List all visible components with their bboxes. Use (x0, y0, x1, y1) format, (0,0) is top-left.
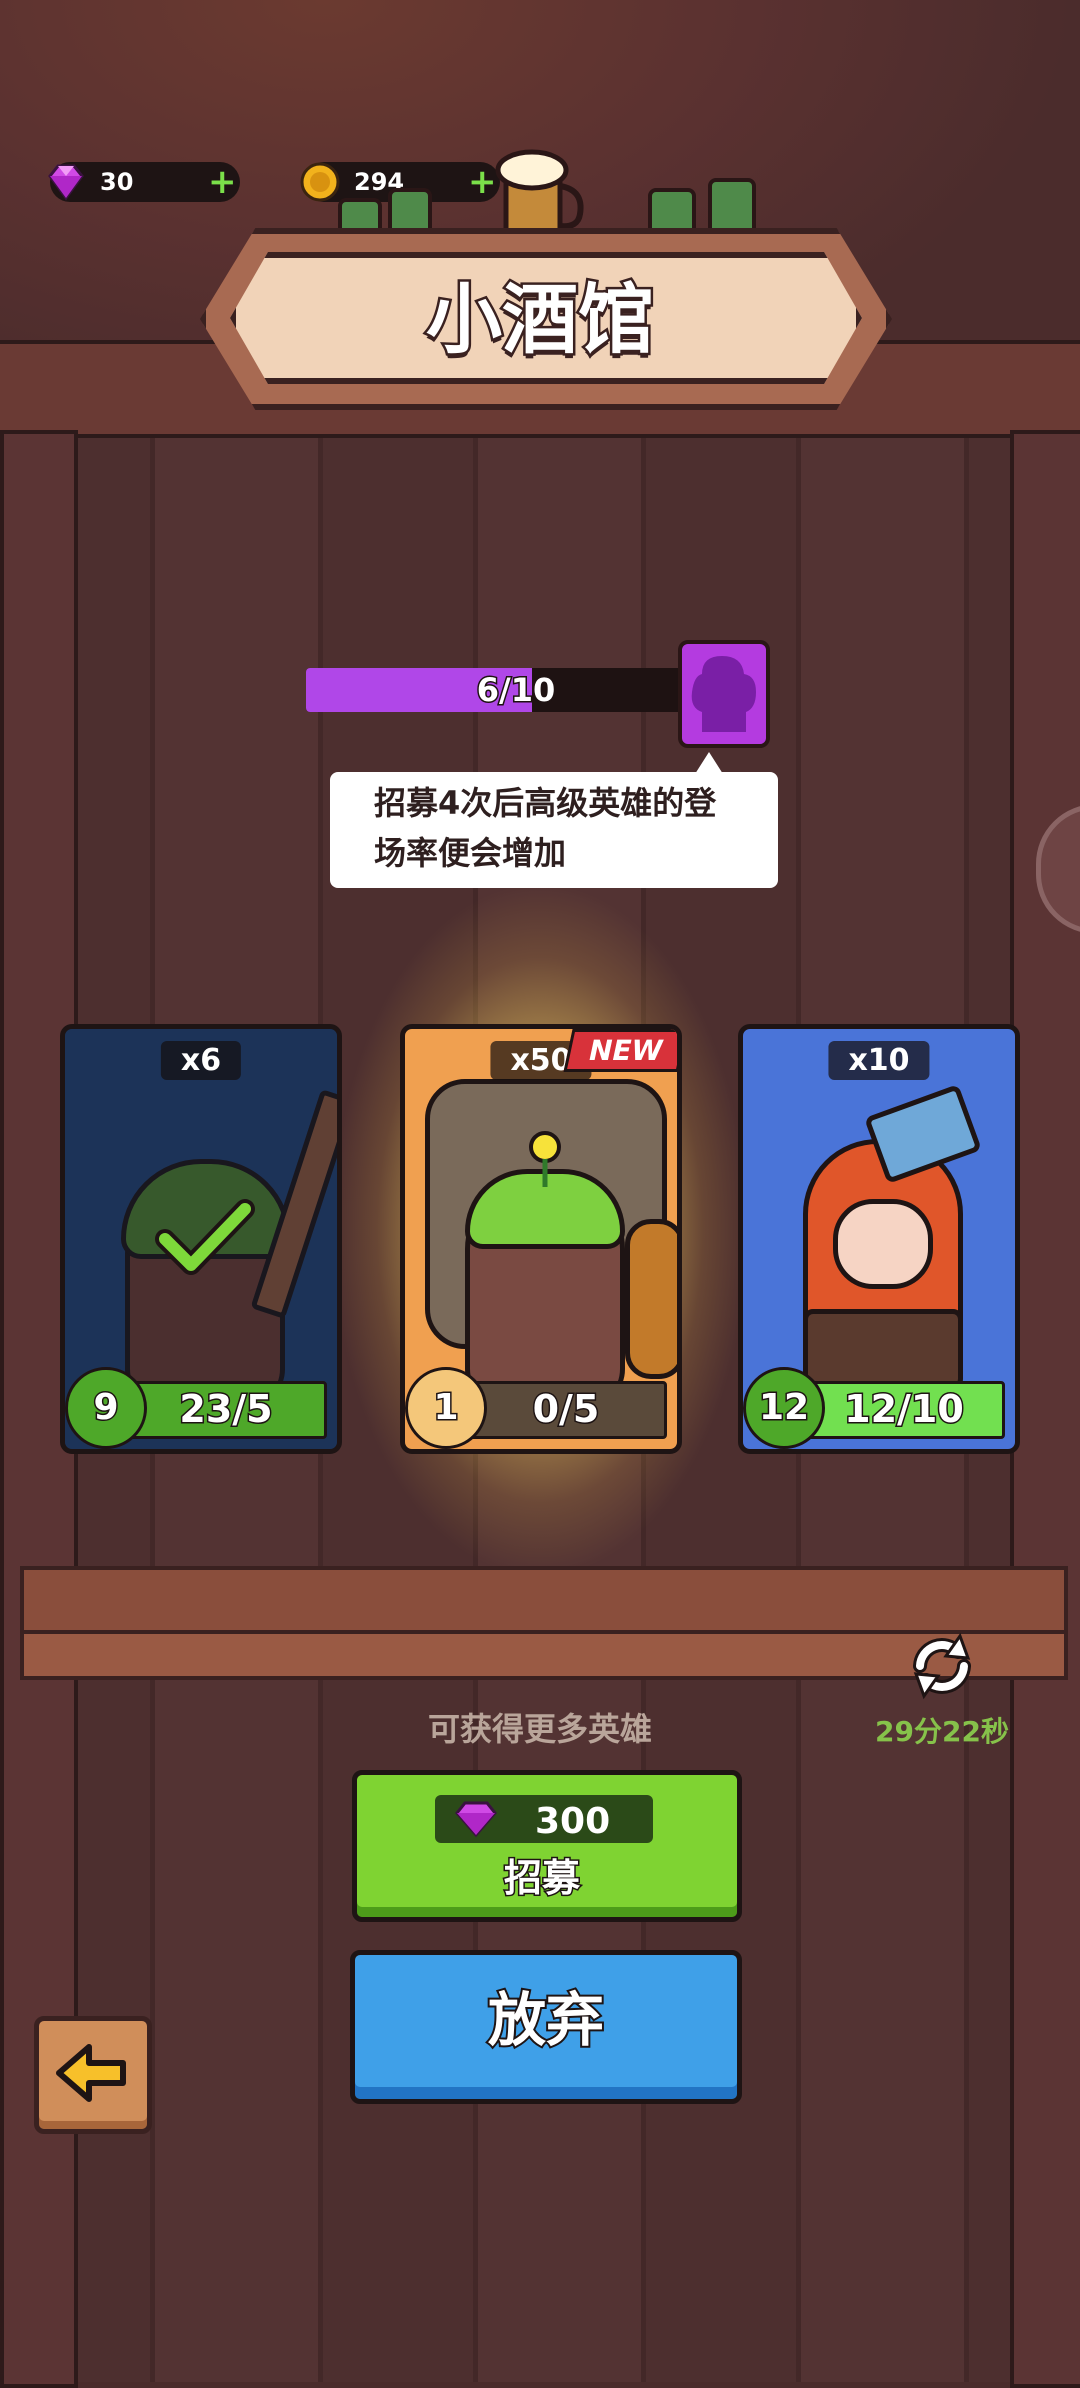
tooltip: 招募4次后高级英雄的登 场率便会增加 (330, 772, 778, 888)
hero-face (833, 1199, 933, 1289)
refresh-icon[interactable] (902, 1630, 982, 1702)
gem-icon (48, 164, 84, 201)
flower-icon (529, 1131, 561, 1187)
card-level: 12 (743, 1367, 825, 1449)
give-up-button[interactable]: 放弃 (350, 1950, 742, 2104)
recruit-button[interactable]: 300 招募 (352, 1770, 742, 1922)
hero-card-2[interactable]: x50 NEW 0/5 1 (400, 1024, 682, 1454)
progress-reward-hero[interactable] (678, 640, 770, 748)
tooltip-arrow (695, 752, 723, 774)
more-heroes-text: 可获得更多英雄 (427, 1710, 652, 1748)
hero-silhouette-icon (691, 656, 756, 732)
hero-hammer-head (864, 1084, 982, 1184)
card-count: x10 (828, 1041, 930, 1080)
hero-card-3[interactable]: x10 12/10 12 (738, 1024, 1020, 1454)
recruit-cost: 300 (435, 1795, 653, 1843)
back-button[interactable] (34, 2016, 152, 2134)
card-progress: 0/5 (465, 1381, 667, 1439)
back-arrow-icon (56, 2044, 126, 2102)
add-gems-icon[interactable]: + (208, 165, 237, 199)
right-pillar (1010, 430, 1080, 2388)
card-level: 9 (65, 1367, 147, 1449)
card-level: 1 (405, 1367, 487, 1449)
wooden-shelf (20, 1566, 1068, 1636)
checkmark-icon (155, 1199, 255, 1275)
page-title: 小酒馆 (424, 273, 657, 367)
gem-count: 30 (100, 168, 134, 196)
gem-counter: 30 + (48, 162, 240, 202)
hero-shield (625, 1219, 677, 1379)
tooltip-line-1: 招募4次后高级英雄的登 (374, 784, 717, 822)
card-progress: 23/5 (125, 1381, 327, 1439)
new-badge: NEW (562, 1029, 677, 1072)
hero-card-1[interactable]: x6 23/5 9 (60, 1024, 342, 1454)
hero-belt (803, 1309, 963, 1389)
card-count: x6 (160, 1041, 242, 1080)
gem-icon (455, 1801, 497, 1838)
recruit-label: 招募 (502, 1855, 581, 1902)
tooltip-line-2: 场率便会增加 (374, 834, 567, 872)
card-progress: 12/10 (803, 1381, 1005, 1439)
recruit-progress-label: 6/10 (475, 670, 556, 711)
recruit-cost-value: 300 (535, 1801, 611, 1842)
